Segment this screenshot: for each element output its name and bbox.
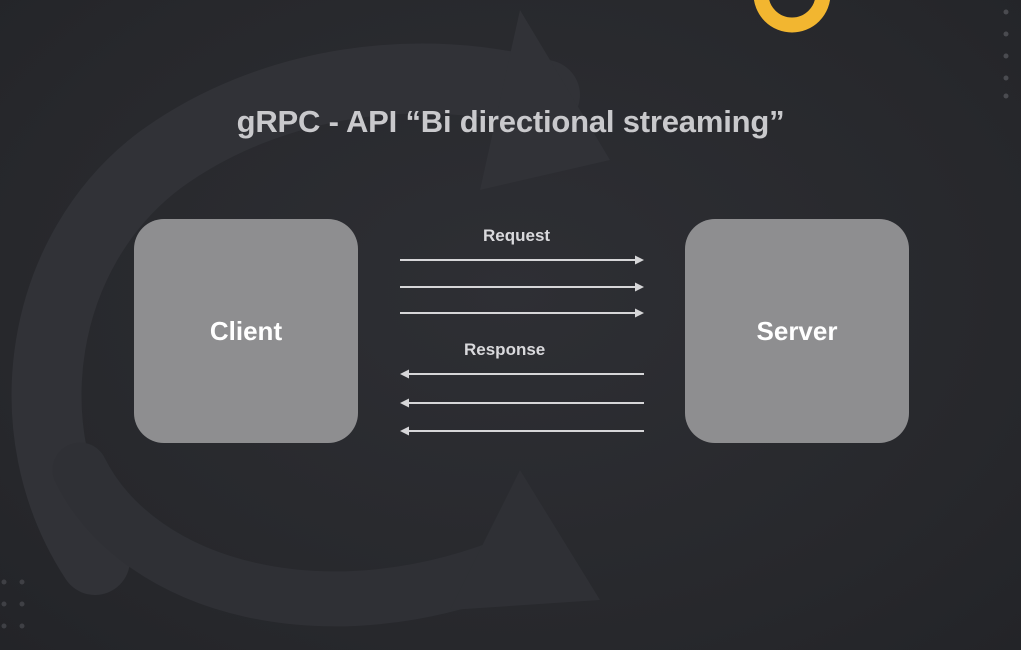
logo-icon: [753, 0, 831, 33]
server-label: Server: [756, 315, 838, 346]
response-arrow: [400, 426, 644, 436]
decorative-dots: [1003, 9, 1009, 99]
response-arrow: [400, 369, 644, 379]
stream-arrows: [400, 255, 644, 436]
client-box: Client: [134, 219, 358, 443]
request-arrow: [400, 255, 644, 265]
client-label: Client: [209, 315, 283, 346]
slide-title: gRPC - API “Bi directional streaming”: [236, 104, 785, 139]
request-label: Request: [483, 226, 551, 245]
decorative-dots: [1, 579, 25, 629]
server-box: Server: [685, 219, 909, 443]
request-arrow: [400, 308, 644, 318]
slide: gRPC - API “Bi directional streaming” Cl…: [0, 0, 1021, 650]
request-arrow: [400, 282, 644, 292]
response-arrow: [400, 398, 644, 408]
